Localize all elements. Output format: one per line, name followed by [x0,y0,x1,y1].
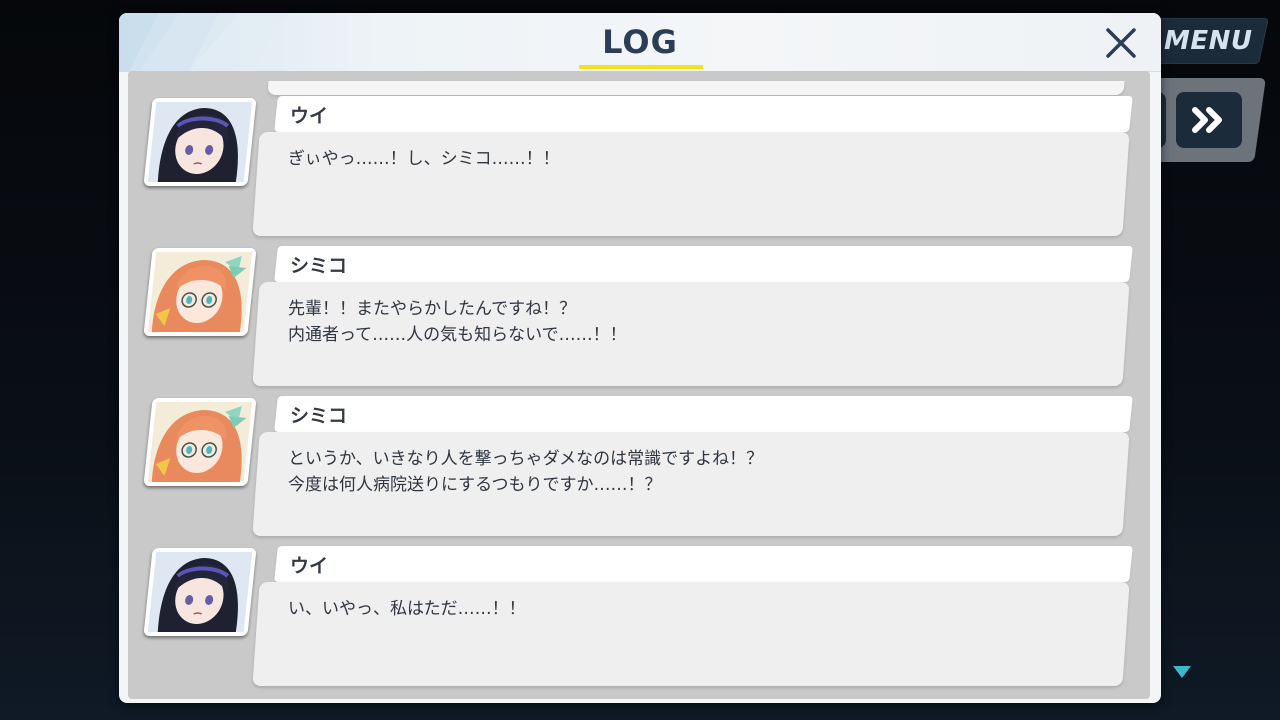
log-entry: シミコ というか、いきなり人を撃っちゃダメなのは常識ですよね！？ 今度は何人病院… [128,396,1150,541]
fast-forward-icon [1192,107,1222,133]
message-text: というか、いきなり人を撃っちゃダメなのは常識ですよね！？ 今度は何人病院送りにす… [288,446,1108,498]
close-icon [1106,28,1136,58]
speaker-name: ウイ [290,555,329,577]
message-line: い、いやっ、私はただ……！！ [288,599,526,619]
message-text: い、いやっ、私はただ……！！ [288,596,1108,622]
triangle-down-icon [1173,666,1191,678]
name-bar [274,246,1133,282]
message-text: 先輩！！またやらかしたんですね！？ 内通者って……人の気も知らないで……！！ [288,296,1108,348]
name-bar [274,396,1133,432]
name-bar [274,96,1133,132]
message-text: ぎぃやっ……！し、シミコ……！！ [288,146,1108,172]
speaker-portrait [143,548,257,636]
title-underline [579,65,703,69]
shimiko-portrait [147,252,253,332]
previous-message-edge [267,81,1125,95]
message-line: というか、いきなり人を撃っちゃダメなのは常識ですよね！？ [288,449,764,469]
log-entry: ウイ ぎぃやっ……！し、シミコ……！！ [128,96,1150,241]
ui-portrait [147,102,253,182]
speaker-name: シミコ [290,405,348,427]
log-window: LOG ウイ ぎぃやっ……！し、シミコ……！！ シミコ 先輩！！またやらかしたん… [119,13,1161,703]
message-line: 内通者って……人の気も知らないで……！！ [288,325,627,345]
log-header: LOG [119,13,1161,72]
message-line: 先輩！！またやらかしたんですね！？ [288,299,577,319]
speaker-portrait [143,98,257,186]
ui-portrait [147,552,253,632]
name-bar [274,546,1133,582]
speaker-portrait [143,398,257,486]
log-title: LOG [602,23,678,61]
close-button[interactable] [1099,21,1143,65]
log-list[interactable]: ウイ ぎぃやっ……！し、シミコ……！！ シミコ 先輩！！またやらかしたんですね！… [128,71,1150,699]
message-line: 今度は何人病院送りにするつもりですか……！？ [288,475,662,495]
shimiko-portrait [147,402,253,482]
header-decoration [119,13,289,71]
message-line: ぎぃやっ……！し、シミコ……！！ [288,149,560,169]
speaker-portrait [143,248,257,336]
skip-button[interactable] [1176,92,1242,148]
log-entry: ウイ い、いやっ、私はただ……！！ [128,546,1150,691]
speaker-name: ウイ [290,105,329,127]
speaker-name: シミコ [290,255,348,277]
log-entry: シミコ 先輩！！またやらかしたんですね！？ 内通者って……人の気も知らないで……… [128,246,1150,391]
menu-label[interactable]: MENU [1164,26,1253,56]
